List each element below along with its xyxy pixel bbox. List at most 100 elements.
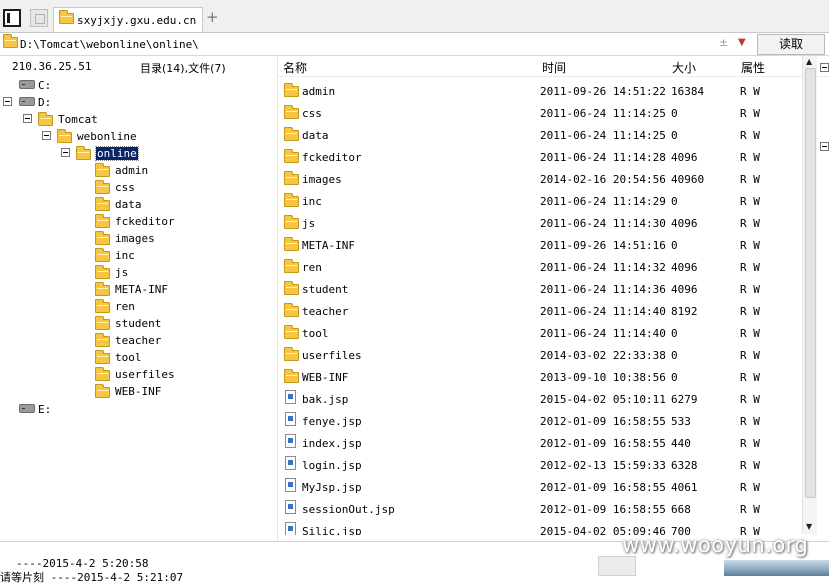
add-tab-icon[interactable]: + [206, 10, 219, 25]
folder-row[interactable]: userfiles 2014-03-02 22:33:38 0 R W [278, 344, 801, 366]
file-time: 2013-09-10 10:38:56 [540, 371, 666, 384]
file-size: 440 [671, 437, 691, 450]
collapse-icon[interactable] [61, 148, 70, 157]
file-icon [285, 456, 296, 470]
file-time: 2011-06-24 11:14:29 [540, 195, 666, 208]
folder-icon [95, 316, 110, 330]
folder-row[interactable]: WEB-INF 2013-09-10 10:38:56 0 R W [278, 366, 801, 388]
collapse-icon[interactable] [3, 97, 12, 106]
folder-row[interactable]: ren 2011-06-24 11:14:32 4096 R W [278, 256, 801, 278]
folder-icon [284, 193, 299, 207]
folder-row[interactable]: META-INF 2011-09-26 14:51:16 0 R W [278, 234, 801, 256]
folder-row[interactable]: tool 2011-06-24 11:14:40 0 R W [278, 322, 801, 344]
panel-toggle-icon[interactable] [3, 9, 21, 27]
history-icon[interactable] [30, 9, 48, 27]
file-row[interactable]: index.jsp 2012-01-09 16:58:55 440 R W [278, 432, 801, 454]
folder-row[interactable]: fckeditor 2011-06-24 11:14:28 4096 R W [278, 146, 801, 168]
folder-row[interactable]: student 2011-06-24 11:14:36 4096 R W [278, 278, 801, 300]
chevron-down-icon[interactable]: ▼ [738, 37, 746, 48]
folder-icon [95, 197, 110, 211]
file-icon [285, 390, 296, 404]
column-name[interactable]: 名称 [283, 59, 307, 76]
file-size: 4096 [671, 283, 698, 296]
dir-summary: 目录(14),文件(7) [140, 62, 226, 75]
folder-icon [284, 237, 299, 251]
file-size: 4096 [671, 151, 698, 164]
file-time: 2011-06-24 11:14:25 [540, 107, 666, 120]
collapse-icon[interactable] [23, 114, 32, 123]
collapse-icon[interactable] [820, 142, 829, 151]
folder-row[interactable]: inc 2011-06-24 11:14:29 0 R W [278, 190, 801, 212]
tree-node-label: tool [115, 351, 142, 364]
tab-site[interactable]: sxyjxjy.gxu.edu.cn [53, 7, 203, 32]
file-size: 16384 [671, 85, 705, 98]
file-time: 2012-01-09 16:58:55 [540, 437, 666, 450]
log-scrollbar[interactable] [598, 556, 636, 576]
file-name: index.jsp [302, 437, 362, 450]
file-row[interactable]: login.jsp 2012-02-13 15:59:33 6328 R W [278, 454, 801, 476]
column-attr[interactable]: 属性 [741, 59, 765, 76]
scroll-thumb[interactable] [805, 68, 816, 498]
folder-row[interactable]: js 2011-06-24 11:14:30 4096 R W [278, 212, 801, 234]
thumbnail-image [724, 560, 829, 576]
folder-row[interactable]: images 2014-02-16 20:54:56 40960 R W [278, 168, 801, 190]
path-input[interactable] [20, 35, 755, 53]
file-row[interactable]: MyJsp.jsp 2012-01-09 16:58:55 4061 R W [278, 476, 801, 498]
file-size: 4061 [671, 481, 698, 494]
file-attr: R W [740, 481, 760, 494]
file-name: inc [302, 195, 322, 208]
list-scrollbar[interactable]: ▲ ▼ [802, 56, 817, 534]
folder-icon [95, 248, 110, 262]
file-icon [285, 412, 296, 426]
file-name: META-INF [302, 239, 355, 252]
file-attr: R W [740, 415, 760, 428]
read-button[interactable]: 读取 [757, 34, 825, 55]
scroll-up-icon[interactable]: ▲ [806, 57, 812, 66]
file-row[interactable]: bak.jsp 2015-04-02 05:10:11 6279 R W [278, 388, 801, 410]
file-row[interactable]: fenye.jsp 2012-01-09 16:58:55 533 R W [278, 410, 801, 432]
server-ip: 210.36.25.51 [12, 60, 92, 73]
file-size: 0 [671, 239, 678, 252]
file-time: 2011-06-24 11:14:40 [540, 305, 666, 318]
file-name: student [302, 283, 349, 296]
file-name: MyJsp.jsp [302, 481, 362, 494]
folder-row[interactable]: data 2011-06-24 11:14:25 0 R W [278, 124, 801, 146]
file-name: login.jsp [302, 459, 362, 472]
file-time: 2011-06-24 11:14:28 [540, 151, 666, 164]
tree-node-label: userfiles [115, 368, 175, 381]
file-attr: R W [740, 217, 760, 230]
drive-icon [19, 80, 35, 89]
tree-node-label: ren [115, 300, 135, 313]
folder-icon [95, 384, 110, 398]
folder-icon [284, 105, 299, 119]
file-time: 2011-06-24 11:14:36 [540, 283, 666, 296]
file-attr: R W [740, 349, 760, 362]
file-time: 2014-02-16 20:54:56 [540, 173, 666, 186]
column-time[interactable]: 时间 [542, 59, 566, 76]
file-attr: R W [740, 239, 760, 252]
folder-icon [57, 129, 72, 143]
folder-icon [284, 347, 299, 361]
tree-node-label: inc [115, 249, 135, 262]
folder-icon [59, 10, 74, 24]
folder-row[interactable]: css 2011-06-24 11:14:25 0 R W [278, 102, 801, 124]
file-attr: R W [740, 393, 760, 406]
folder-icon [284, 149, 299, 163]
scroll-down-icon[interactable]: ▼ [806, 522, 812, 531]
toggle-icon[interactable]: ± [719, 36, 728, 49]
tree-node-label: teacher [115, 334, 162, 347]
collapse-icon[interactable] [42, 131, 51, 140]
file-icon [285, 434, 296, 448]
file-attr: R W [740, 371, 760, 384]
tree-node-label: online [95, 146, 139, 161]
folder-icon [95, 163, 110, 177]
folder-row[interactable]: teacher 2011-06-24 11:14:40 8192 R W [278, 300, 801, 322]
file-size: 0 [671, 349, 678, 362]
file-row[interactable]: sessionOut.jsp 2012-01-09 16:58:55 668 R W [278, 498, 801, 520]
file-size: 4096 [671, 261, 698, 274]
folder-row[interactable]: admin 2011-09-26 14:51:22 16384 R W [278, 80, 801, 102]
collapse-icon[interactable] [820, 63, 829, 72]
file-size: 4096 [671, 217, 698, 230]
file-name: images [302, 173, 342, 186]
column-size[interactable]: 大小 [672, 59, 696, 76]
